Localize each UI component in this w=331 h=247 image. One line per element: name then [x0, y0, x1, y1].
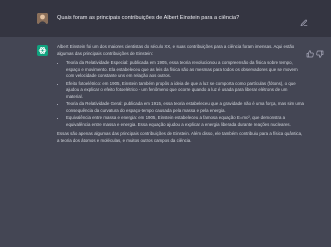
answer-outro: Essas são apenas algumas das principais …	[57, 131, 303, 143]
contributions-list: Teoria da Relatividade Especial: publica…	[57, 60, 305, 128]
list-item: Efeito fotoelétrico: em 1905, Einstein t…	[66, 81, 305, 101]
thumbs-up-icon[interactable]	[306, 45, 314, 58]
thumbs-down-icon[interactable]	[316, 45, 324, 58]
user-question: Quais foram as principais contribuições …	[57, 15, 240, 21]
user-avatar	[37, 13, 48, 24]
pencil-edit-icon[interactable]	[300, 14, 308, 26]
user-message: Quais foram as principais contribuições …	[0, 0, 331, 38]
list-item: Teoria da Relatividade Especial: publica…	[66, 60, 305, 80]
answer-intro: Albert Einstein foi um dos maiores cient…	[57, 44, 295, 56]
list-item: Equivalência entre massa e energia: em 1…	[66, 115, 305, 128]
openai-logo-icon	[37, 45, 48, 56]
list-item: Teoria da Relatividade Geral: publicada …	[66, 101, 305, 114]
assistant-answer: Albert Einstein foi um dos maiores cient…	[57, 44, 305, 147]
assistant-message: Albert Einstein foi um dos maiores cient…	[0, 37, 331, 247]
